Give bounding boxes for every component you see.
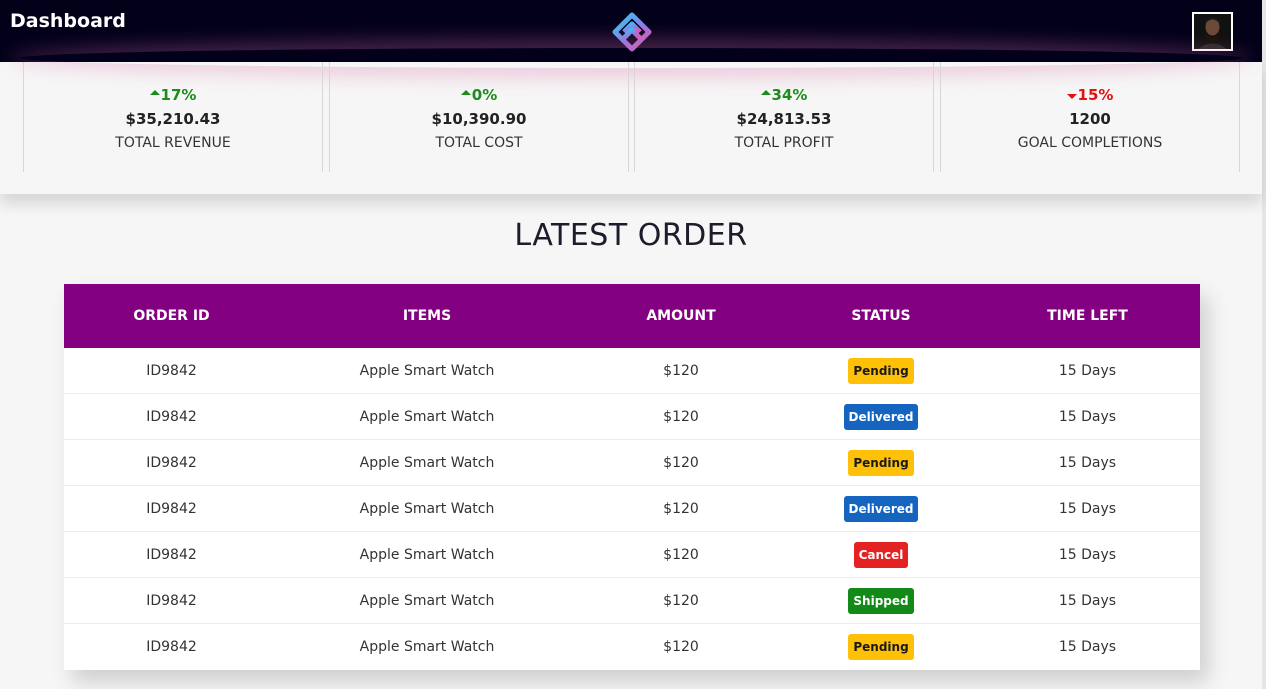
time-left-cell: 15 Days xyxy=(1058,409,1117,425)
item-cell: Apple Smart Watch xyxy=(359,363,495,379)
status-cell: Delivered xyxy=(787,394,975,439)
time-left-cell: 15 Days xyxy=(1058,547,1117,563)
stat-label: TOTAL REVENUE xyxy=(115,135,231,151)
status-cell: Cancel xyxy=(787,532,975,577)
item-cell: Apple Smart Watch xyxy=(359,547,495,563)
amount-cell: $120 xyxy=(663,639,699,655)
stat-change: 15% xyxy=(941,85,1239,105)
status-cell: Pending xyxy=(787,348,975,393)
table-row[interactable]: ID9842 Apple Smart Watch $120 Cancel 15 … xyxy=(64,532,1200,578)
status-cell: Pending xyxy=(787,624,975,670)
order-id-cell: ID9842 xyxy=(146,409,197,425)
arrow-down-icon xyxy=(1066,94,1077,99)
amount-cell: $120 xyxy=(663,501,699,517)
column-header-order-id: ORDER ID xyxy=(133,308,210,324)
amount-cell: $120 xyxy=(663,455,699,471)
table-row[interactable]: ID9842 Apple Smart Watch $120 Shipped 15… xyxy=(64,578,1200,624)
time-left-cell: 15 Days xyxy=(1058,501,1117,517)
stat-card-goal-completions: 15% 1200 GOAL COMPLETIONS xyxy=(940,62,1240,172)
amount-cell: $120 xyxy=(663,593,699,609)
stat-label: TOTAL COST xyxy=(435,135,523,151)
section-title: LATEST ORDER xyxy=(514,218,748,253)
order-id-cell: ID9842 xyxy=(146,639,197,655)
status-badge: Shipped xyxy=(848,588,914,614)
order-id-cell: ID9842 xyxy=(146,593,197,609)
stat-card-revenue: 17% $35,210.43 TOTAL REVENUE xyxy=(23,62,323,172)
brand-logo-icon[interactable] xyxy=(612,12,652,52)
table-row[interactable]: ID9842 Apple Smart Watch $120 Delivered … xyxy=(64,394,1200,440)
order-id-cell: ID9842 xyxy=(146,363,197,379)
stats-panel: 17% $35,210.43 TOTAL REVENUE 0% $10,390.… xyxy=(0,62,1262,194)
status-badge: Pending xyxy=(848,450,914,476)
item-cell: Apple Smart Watch xyxy=(359,501,495,517)
latest-order-section: LATEST ORDER ORDER ID ITEMS AMOUNT STATU… xyxy=(0,214,1262,689)
order-id-cell: ID9842 xyxy=(146,501,197,517)
arrow-up-icon xyxy=(149,90,160,95)
column-header-amount: AMOUNT xyxy=(646,308,716,324)
arrow-up-icon xyxy=(760,90,771,95)
stat-value: $10,390.90 xyxy=(431,110,527,128)
time-left-cell: 15 Days xyxy=(1058,639,1117,655)
table-row[interactable]: ID9842 Apple Smart Watch $120 Delivered … xyxy=(64,486,1200,532)
column-header-status: STATUS xyxy=(851,308,911,324)
stat-value: $35,210.43 xyxy=(125,110,221,128)
status-cell: Pending xyxy=(787,440,975,485)
time-left-cell: 15 Days xyxy=(1058,363,1117,379)
item-cell: Apple Smart Watch xyxy=(359,409,495,425)
orders-table: ORDER ID ITEMS AMOUNT STATUS TIME LEFT I… xyxy=(64,284,1200,670)
table-row[interactable]: ID9842 Apple Smart Watch $120 Pending 15… xyxy=(64,624,1200,670)
item-cell: Apple Smart Watch xyxy=(359,639,495,655)
stat-card-cost: 0% $10,390.90 TOTAL COST xyxy=(329,62,629,172)
page-title: Dashboard xyxy=(10,10,126,32)
order-id-cell: ID9842 xyxy=(146,547,197,563)
stat-card-profit: 34% $24,813.53 TOTAL PROFIT xyxy=(634,62,934,172)
order-id-cell: ID9842 xyxy=(146,455,197,471)
arrow-up-icon xyxy=(460,90,471,95)
stat-change: 34% xyxy=(635,85,933,105)
status-badge: Cancel xyxy=(853,542,909,568)
stat-value: $24,813.53 xyxy=(736,110,832,128)
status-badge: Delivered xyxy=(843,404,919,430)
stat-value: 1200 xyxy=(1069,110,1111,128)
status-badge: Delivered xyxy=(843,496,919,522)
user-avatar-icon[interactable] xyxy=(1192,12,1233,51)
table-header: ORDER ID ITEMS AMOUNT STATUS TIME LEFT xyxy=(64,284,1200,348)
amount-cell: $120 xyxy=(663,547,699,563)
amount-cell: $120 xyxy=(663,409,699,425)
table-row[interactable]: ID9842 Apple Smart Watch $120 Pending 15… xyxy=(64,440,1200,486)
stat-change: 0% xyxy=(330,85,628,105)
status-cell: Shipped xyxy=(787,578,975,623)
item-cell: Apple Smart Watch xyxy=(359,593,495,609)
item-cell: Apple Smart Watch xyxy=(359,455,495,471)
stat-label: TOTAL PROFIT xyxy=(734,135,834,151)
column-header-time-left: TIME LEFT xyxy=(1047,308,1128,324)
time-left-cell: 15 Days xyxy=(1058,455,1117,471)
status-badge: Pending xyxy=(848,358,914,384)
column-header-items: ITEMS xyxy=(402,308,452,324)
amount-cell: $120 xyxy=(663,363,699,379)
table-row[interactable]: ID9842 Apple Smart Watch $120 Pending 15… xyxy=(64,348,1200,394)
vertical-scrollbar[interactable] xyxy=(1262,0,1266,689)
status-badge: Pending xyxy=(848,634,914,660)
stat-change: 17% xyxy=(24,85,322,105)
status-cell: Delivered xyxy=(787,486,975,531)
stat-label: GOAL COMPLETIONS xyxy=(1017,135,1163,151)
time-left-cell: 15 Days xyxy=(1058,593,1117,609)
